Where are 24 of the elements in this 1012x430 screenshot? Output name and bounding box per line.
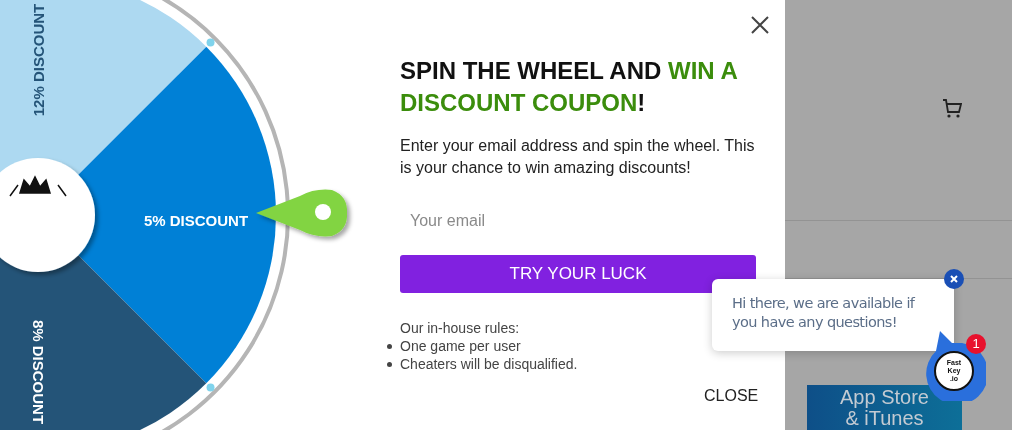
close-link[interactable]: CLOSE — [704, 387, 759, 405]
tile-text: App Store — [840, 387, 929, 408]
segment-label: 5% DISCOUNT — [143, 211, 249, 229]
rule-text: Cheaters will be disqualified. — [400, 355, 578, 373]
wheel-peg — [206, 383, 215, 392]
tile-text: & iTunes — [845, 408, 924, 429]
pointer-hole — [315, 204, 331, 220]
bullet-icon — [387, 361, 392, 367]
segment-label: 12% DISCOUNT — [29, 3, 47, 117]
rules-heading: Our in-house rules: — [400, 319, 521, 337]
close-icon — [750, 15, 770, 35]
chat-message: Hi there, we are available if you have any questions! — [712, 279, 954, 351]
cart-icon[interactable] — [942, 99, 962, 119]
close-button[interactable] — [750, 15, 770, 35]
crown-icon — [9, 175, 67, 197]
try-your-luck-button[interactable]: TRY YOUR LUCK — [400, 255, 756, 293]
wheel-peg — [206, 38, 215, 47]
close-icon — [950, 275, 958, 283]
bullet-icon — [387, 343, 392, 349]
app-store-tile[interactable]: App Store & iTunes — [807, 385, 962, 430]
segment-label: 8% DISCOUNT — [29, 319, 47, 425]
popup-title: SPIN THE WHEEL AND WIN A DISCOUNT COUPON! — [400, 56, 738, 118]
popup-description: Enter your email address and spin the wheel. This is your chance to win amazing discounts! — [400, 136, 756, 178]
rule-text: One game per user — [400, 337, 521, 355]
